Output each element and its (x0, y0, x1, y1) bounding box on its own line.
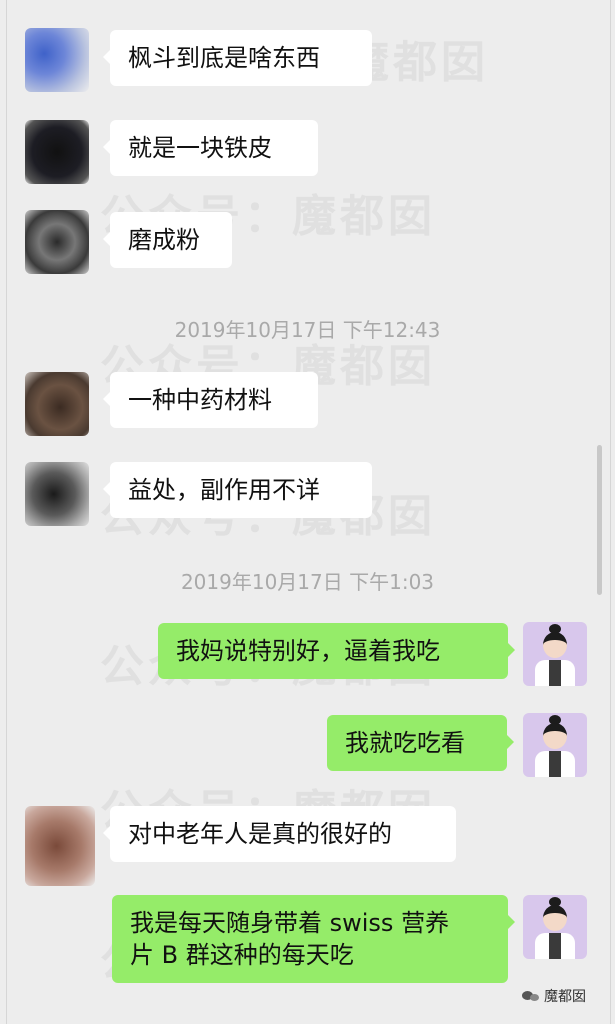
message-bubble[interactable]: 一种中药材料 (103, 372, 318, 428)
timestamp: 2019年10月17日 下午1:03 (180, 570, 435, 594)
avatar[interactable] (25, 806, 95, 886)
timestamp: 2019年10月17日 下午12:43 (174, 318, 441, 342)
message-bubble[interactable]: 就是一块铁皮 (103, 120, 318, 176)
message-bubble[interactable]: 我是每天随身带着 swiss 营养 片 B 群这种的每天吃 (112, 895, 515, 983)
avatar-figure (543, 905, 567, 931)
avatar[interactable] (25, 28, 89, 92)
scrollbar[interactable] (597, 445, 602, 595)
message-bubble[interactable]: 对中老年人是真的很好的 (103, 806, 456, 862)
avatar-figure (543, 723, 567, 749)
avatar[interactable] (523, 713, 587, 777)
avatar[interactable] (25, 462, 89, 526)
message-bubble[interactable]: 枫斗到底是啥东西 (103, 30, 372, 86)
avatar[interactable] (523, 895, 587, 959)
message-bubble[interactable]: 益处，副作用不详 (103, 462, 372, 518)
avatar-figure (549, 751, 561, 777)
message-bubble[interactable]: 我妈说特别好，逼着我吃 (158, 623, 515, 679)
avatar-figure (549, 660, 561, 686)
avatar[interactable] (25, 372, 89, 436)
message-line: 我是每天随身带着 swiss 营养 (130, 909, 450, 937)
brand-label: 魔都囡 (544, 989, 586, 1005)
wechat-icon (522, 989, 540, 1003)
message-line: 片 B 群这种的每天吃 (130, 941, 354, 969)
message-bubble[interactable]: 我就吃吃看 (327, 715, 514, 771)
avatar[interactable] (25, 210, 89, 274)
avatar[interactable] (25, 120, 89, 184)
brand-watermark: 魔都囡 (522, 986, 586, 1006)
avatar-figure (549, 933, 561, 959)
avatar-figure (543, 632, 567, 658)
message-bubble[interactable]: 磨成粉 (103, 212, 232, 268)
avatar[interactable] (523, 622, 587, 686)
